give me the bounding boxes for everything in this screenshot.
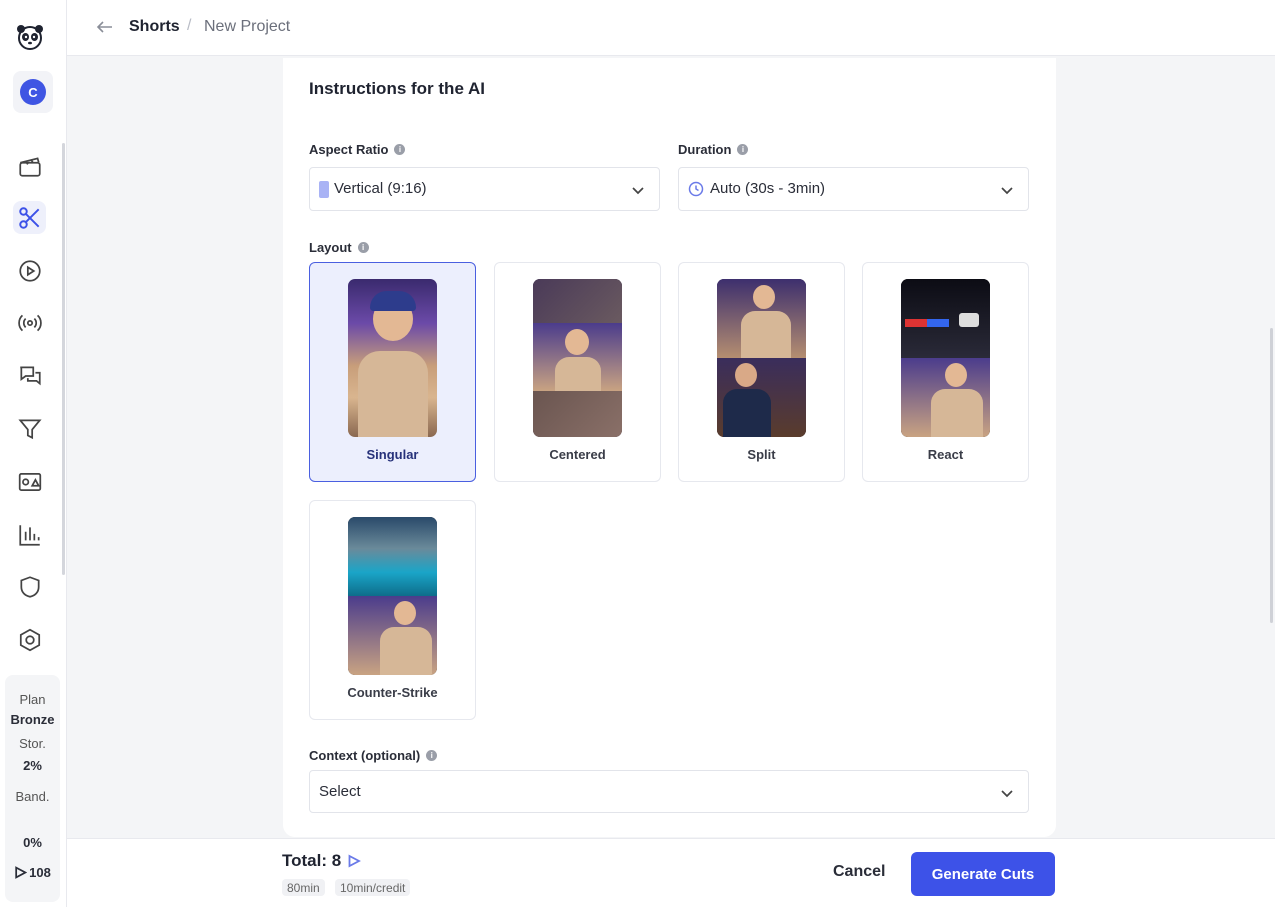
plan-label: Plan — [19, 692, 46, 707]
scissors-icon — [18, 206, 39, 229]
storage-label: Stor. — [19, 736, 46, 751]
layout-option-singular[interactable]: Singular — [309, 262, 476, 482]
footer-bar: Total: 8 80min 10min/credit Cancel Gener… — [67, 838, 1275, 907]
filter-icon — [17, 418, 42, 439]
sidebar: C Plan Bronze Stor. 2% Band. 0% 108 — [0, 0, 67, 907]
plan-value: Bronze — [10, 712, 55, 727]
sidebar-item-settings[interactable] — [13, 623, 46, 656]
bandwidth-label: Band. — [15, 789, 50, 804]
breadcrumb-current: New Project — [204, 18, 291, 35]
credit-play-icon — [348, 854, 362, 868]
layout-option-label: Counter-Strike — [347, 685, 438, 700]
broadcast-icon — [17, 314, 42, 331]
card-title: Instructions for the AI — [309, 79, 485, 98]
chevron-down-icon — [632, 187, 644, 195]
sidebar-item-videos[interactable] — [13, 254, 46, 287]
context-label: Context (optional) i — [309, 748, 438, 763]
context-value: Select — [319, 783, 361, 800]
breadcrumb-shorts[interactable]: Shorts — [129, 18, 180, 36]
breadcrumb-separator: / — [187, 17, 192, 34]
layout-label: Layout i — [309, 240, 369, 255]
aspect-ratio-select[interactable]: Vertical (9:16) — [309, 167, 660, 211]
bandwidth-value: 0% — [23, 835, 42, 850]
react-thumbnail — [901, 279, 990, 437]
duration-label-text: Duration — [678, 142, 732, 157]
context-label-text: Context (optional) — [309, 748, 421, 763]
credits-value: 108 — [29, 865, 51, 880]
layout-option-label: Centered — [549, 447, 606, 462]
hexagon-settings-icon — [19, 628, 40, 651]
info-icon[interactable]: i — [357, 242, 369, 253]
layout-option-react[interactable]: React — [862, 262, 1029, 482]
cancel-button[interactable]: Cancel — [833, 863, 885, 881]
layout-option-label: Split — [747, 447, 776, 462]
sidebar-item-media[interactable] — [13, 465, 46, 498]
sidebar-item-live[interactable] — [13, 306, 46, 339]
instructions-card: Instructions for the AI Aspect Ratio i V… — [283, 58, 1056, 837]
play-circle-icon — [18, 259, 41, 282]
chat-icon — [19, 365, 41, 385]
sidebar-item-shorts[interactable] — [13, 201, 46, 234]
duration-select[interactable]: Auto (30s - 3min) — [678, 167, 1029, 211]
centered-thumbnail — [533, 279, 622, 437]
layout-option-counter-strike[interactable]: Counter-Strike — [309, 500, 476, 720]
aspect-ratio-label-text: Aspect Ratio — [309, 142, 389, 157]
layout-label-text: Layout — [309, 240, 352, 255]
storage-value: 2% — [23, 758, 42, 773]
media-icon — [18, 472, 41, 491]
layout-option-split[interactable]: Split — [678, 262, 845, 482]
total-text: Total: 8 — [282, 851, 342, 870]
counter-strike-thumbnail — [348, 517, 437, 675]
layout-option-label: React — [927, 447, 964, 462]
sidebar-item-analytics[interactable] — [13, 518, 46, 551]
plan-usage-panel: Plan Bronze Stor. 2% Band. 0% 108 — [5, 675, 60, 902]
avatar-initial: C — [20, 79, 46, 105]
generate-cuts-button[interactable]: Generate Cuts — [911, 852, 1055, 896]
bar-chart-icon — [18, 524, 40, 546]
chevron-down-icon — [1001, 790, 1013, 798]
clock-icon — [688, 181, 704, 197]
sidebar-item-chat[interactable] — [13, 359, 46, 392]
info-icon[interactable]: i — [737, 144, 749, 155]
duration-label: Duration i — [678, 142, 749, 157]
credits: 108 — [5, 865, 60, 880]
split-thumbnail — [717, 279, 806, 437]
sidebar-item-security[interactable] — [13, 570, 46, 603]
sidebar-item-clapperboard[interactable] — [13, 149, 46, 182]
sidebar-item-filter[interactable] — [13, 412, 46, 445]
rate-chip: 10min/credit — [335, 879, 411, 896]
duration-chip: 80min — [282, 879, 325, 896]
user-avatar[interactable]: C — [13, 71, 53, 113]
top-header: Shorts / New Project — [67, 0, 1275, 56]
aspect-ratio-value: Vertical (9:16) — [334, 180, 427, 197]
chevron-down-icon — [1001, 187, 1013, 195]
back-arrow-icon[interactable] — [95, 17, 115, 37]
layout-option-centered[interactable]: Centered — [494, 262, 661, 482]
duration-value: Auto (30s - 3min) — [710, 180, 826, 197]
total-credits: Total: 8 — [282, 851, 362, 871]
info-icon[interactable]: i — [394, 144, 406, 155]
page-scrollbar[interactable] — [1270, 328, 1273, 623]
layout-option-label: Singular — [366, 447, 419, 462]
credit-play-icon — [15, 866, 28, 879]
info-icon[interactable]: i — [426, 750, 438, 761]
sidebar-scrollbar[interactable] — [62, 143, 65, 575]
aspect-ratio-label: Aspect Ratio i — [309, 142, 406, 157]
shield-icon — [19, 575, 40, 598]
clapperboard-icon — [18, 156, 41, 177]
panda-logo-icon[interactable] — [15, 22, 45, 52]
context-select[interactable]: Select — [309, 770, 1029, 813]
singular-thumbnail — [348, 279, 437, 437]
vertical-ratio-icon — [319, 181, 329, 198]
